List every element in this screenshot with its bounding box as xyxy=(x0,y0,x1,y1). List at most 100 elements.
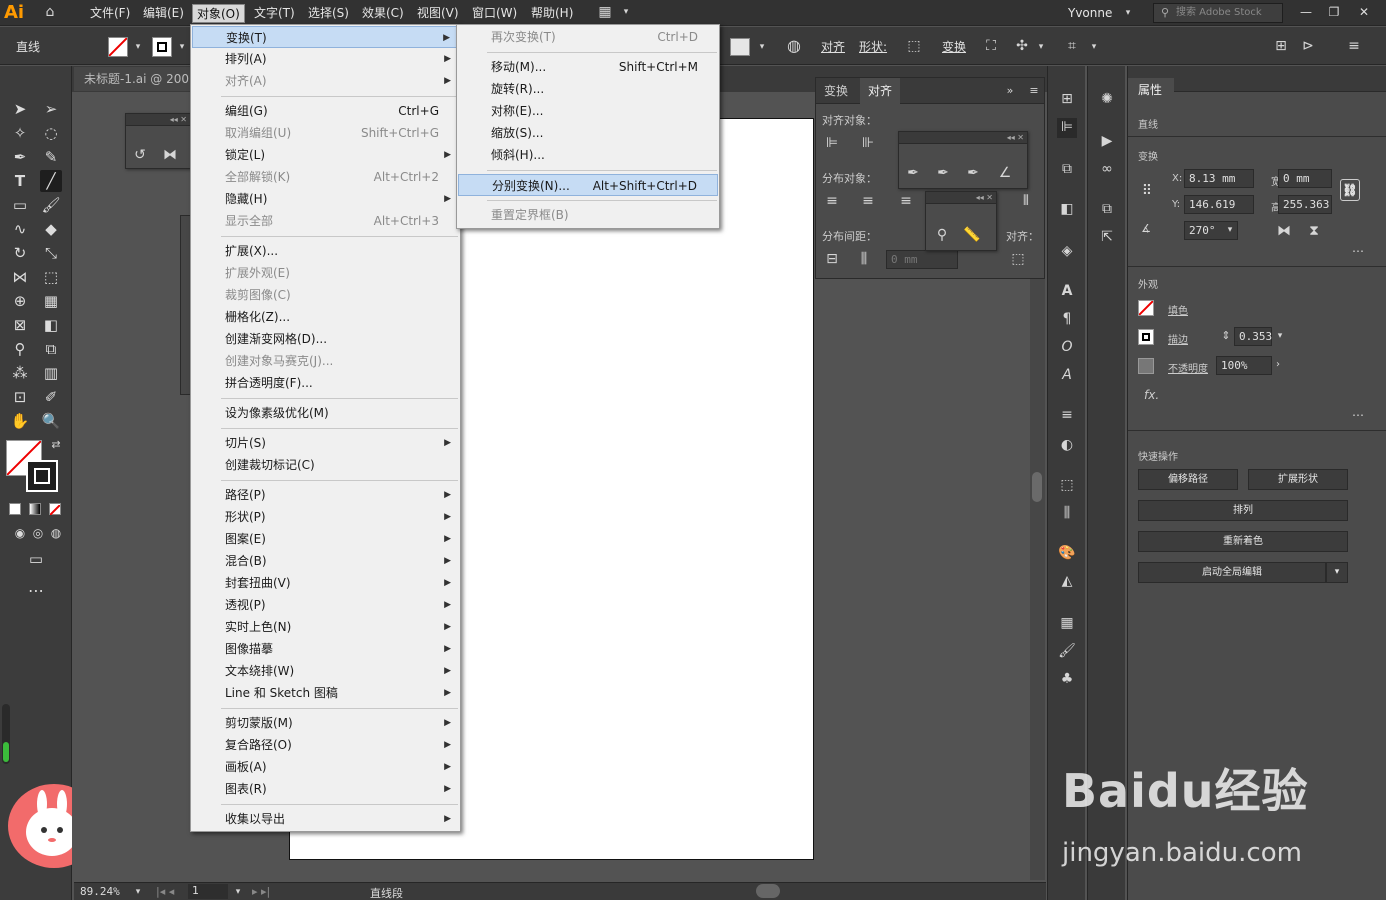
submenu-item-rotate[interactable]: 旋转(R)... xyxy=(458,78,718,100)
submenu-item-shear[interactable]: 倾斜(H)... xyxy=(458,144,718,166)
menu-item-text-wrap[interactable]: 文本绕排(W) ▶ xyxy=(192,660,459,682)
symbol-sprayer-tool-icon[interactable]: ⁂ xyxy=(9,362,31,384)
global-edit-button[interactable]: 启动全局编辑 xyxy=(1138,562,1326,583)
tab-transform[interactable]: 变换 xyxy=(816,78,856,104)
home-icon[interactable]: ⌂ xyxy=(40,3,60,23)
eyedropper-icon[interactable]: ⚲ xyxy=(932,226,952,246)
stroke-label[interactable]: 描边 xyxy=(1168,331,1188,346)
workspace-switcher-icon[interactable]: ▦ xyxy=(595,3,615,23)
restore-icon[interactable]: ❐ xyxy=(1322,2,1346,22)
menu-item-perspective[interactable]: 透视(P) ▶ xyxy=(192,594,459,616)
menu-file[interactable]: 文件(F) xyxy=(86,4,134,23)
isolate-icon[interactable]: ⛶ xyxy=(981,37,1001,57)
submenu-item-transform-each[interactable]: 分别变换(N)... Alt+Shift+Ctrl+D xyxy=(458,174,718,196)
none-mode-icon[interactable] xyxy=(49,503,61,516)
tab-align[interactable]: 对齐 xyxy=(860,78,901,104)
slice-tool-icon[interactable]: ✐ xyxy=(40,386,62,408)
lasso-tool-icon[interactable]: ◌ xyxy=(40,122,62,144)
y-field[interactable]: 146.619 xyxy=(1184,195,1254,214)
menu-item-artboards[interactable]: 画板(A) ▶ xyxy=(192,756,459,778)
eraser-tool-icon[interactable]: ◆ xyxy=(40,218,62,240)
menu-type[interactable]: 文字(T) xyxy=(250,4,299,23)
menu-item-live-paint[interactable]: 实时上色(N) ▶ xyxy=(192,616,459,638)
first-page-icon[interactable]: |◂ ◂ xyxy=(156,885,174,898)
horizontal-scroll-thumb[interactable] xyxy=(756,884,780,898)
gradient-mode-icon[interactable] xyxy=(29,503,41,515)
chevron-down-icon[interactable]: ▾ xyxy=(1326,562,1348,583)
h-field[interactable]: 255.363 xyxy=(1278,195,1332,214)
submenu-item-scale[interactable]: 缩放(S)... xyxy=(458,122,718,144)
menu-help[interactable]: 帮助(H) xyxy=(527,4,577,23)
page-number[interactable]: 1 xyxy=(188,884,228,899)
transform-panel-icon[interactable]: ⬚ xyxy=(1057,476,1077,496)
more-tools-icon[interactable]: ⋯ xyxy=(25,580,47,602)
submenu-item-move[interactable]: 移动(M)... Shift+Ctrl+M xyxy=(458,56,718,78)
distribute-vspace-icon[interactable]: ⊟ xyxy=(822,250,842,270)
menu-item-transform[interactable]: 变换(T) ▶ xyxy=(192,26,459,48)
line-segment-tool-icon[interactable]: ╱ xyxy=(40,170,62,192)
zoom-tool-icon[interactable]: 🔍 xyxy=(40,410,62,432)
fill-label[interactable]: 填色 xyxy=(1168,302,1188,317)
chevron-down-icon[interactable]: ▾ xyxy=(228,883,248,900)
menu-item-image-trace[interactable]: 图像描摹 ▶ xyxy=(192,638,459,660)
tools-scrollbar[interactable] xyxy=(2,704,10,764)
arrange-button[interactable]: 排列 xyxy=(1138,500,1348,521)
menu-item-rasterize[interactable]: 栅格化(Z)... xyxy=(192,306,459,328)
paragraph-icon[interactable]: ¶ xyxy=(1057,310,1077,330)
w-field[interactable]: 0 mm xyxy=(1278,169,1332,188)
panel-header[interactable]: ◂◂ ✕ xyxy=(926,192,996,204)
menu-item-lock[interactable]: 锁定(L) ▶ xyxy=(192,144,459,166)
document-tab[interactable]: 未标题-1.ai @ 200 xyxy=(74,67,192,91)
opacity-field[interactable]: 100% xyxy=(1216,356,1272,375)
stroke-swatch-prop[interactable] xyxy=(1138,329,1154,345)
stepper-icon[interactable]: ⇕ xyxy=(1216,327,1236,347)
curvature-tool-icon[interactable]: ✎ xyxy=(40,146,62,168)
menu-view[interactable]: 视图(V) xyxy=(413,4,463,23)
distribute-top-icon[interactable]: ≡ xyxy=(822,192,842,212)
fill-swatch-prop[interactable] xyxy=(1138,300,1154,316)
menu-item-pixel-perfect[interactable]: 设为像素级优化(M) xyxy=(192,402,459,424)
artboard-tool-icon[interactable]: ⊡ xyxy=(9,386,31,408)
column-graph-tool-icon[interactable]: ▥ xyxy=(40,362,62,384)
scale-tool-icon[interactable]: ⤡ xyxy=(40,242,62,264)
transform-link[interactable]: 变换 xyxy=(942,39,966,55)
minimize-icon[interactable]: — xyxy=(1294,2,1318,22)
fx-button[interactable]: fx. xyxy=(1144,388,1159,402)
chevron-down-icon[interactable]: ▾ xyxy=(172,38,192,58)
menu-item-blend[interactable]: 混合(B) ▶ xyxy=(192,550,459,572)
menu-edit[interactable]: 编辑(E) xyxy=(139,4,188,23)
chevron-down-icon[interactable]: ▾ xyxy=(616,3,636,23)
menu-object[interactable]: 对象(O) xyxy=(192,4,245,23)
shape-link[interactable]: 形状: xyxy=(859,39,887,55)
menu-item-pattern[interactable]: 图案(E) ▶ xyxy=(192,528,459,550)
pathfinder-icon[interactable]: ⧉ xyxy=(1057,160,1077,180)
width-tool-icon[interactable]: ⋈ xyxy=(9,266,31,288)
stroke-swatch[interactable] xyxy=(152,37,172,57)
menu-item-graph[interactable]: 图表(R) ▶ xyxy=(192,778,459,800)
draw-inside-icon[interactable]: ◍ xyxy=(45,522,67,544)
chevron-down-icon[interactable]: ▾ xyxy=(1220,221,1240,241)
stroke-color-box[interactable] xyxy=(26,460,58,492)
stroke-panel-icon[interactable]: ≡ xyxy=(1057,406,1077,426)
submenu-item-reset-bounding-box[interactable]: 重置定界框(B) xyxy=(458,204,718,226)
submenu-item-transform-again[interactable]: 再次变换(T) Ctrl+D xyxy=(458,26,718,48)
menu-item-hide[interactable]: 隐藏(H) ▶ xyxy=(192,188,459,210)
style-swatch[interactable] xyxy=(730,38,750,56)
x-field[interactable]: 8.13 mm xyxy=(1184,169,1254,188)
align-to-selection-icon[interactable]: ⬚ xyxy=(1008,250,1028,270)
transparency-icon[interactable]: ◐ xyxy=(1057,436,1077,456)
align-left-icon[interactable]: ⊫ xyxy=(822,134,842,154)
rotate-tool-icon[interactable]: ↻ xyxy=(9,242,31,264)
distribute-panel-icon[interactable]: ⫼ xyxy=(1057,504,1077,524)
layers-icon[interactable]: ◈ xyxy=(1057,242,1077,262)
symbols-icon[interactable]: ♣ xyxy=(1057,670,1077,690)
chevron-down-icon[interactable]: ▾ xyxy=(1118,4,1138,24)
panel-header[interactable]: ◂◂ ✕ xyxy=(126,114,190,126)
menu-item-slice[interactable]: 切片(S) ▶ xyxy=(192,432,459,454)
offset-path-button[interactable]: 偏移路径 xyxy=(1138,469,1238,490)
puppet-warp-icon[interactable]: ✣ xyxy=(1012,37,1032,57)
opentype-icon[interactable]: O xyxy=(1057,338,1077,358)
menu-item-align[interactable]: 对齐(A) ▶ xyxy=(192,70,459,92)
character-icon[interactable]: A xyxy=(1057,282,1077,302)
anchor-point-icon[interactable]: ∠ xyxy=(995,164,1015,184)
